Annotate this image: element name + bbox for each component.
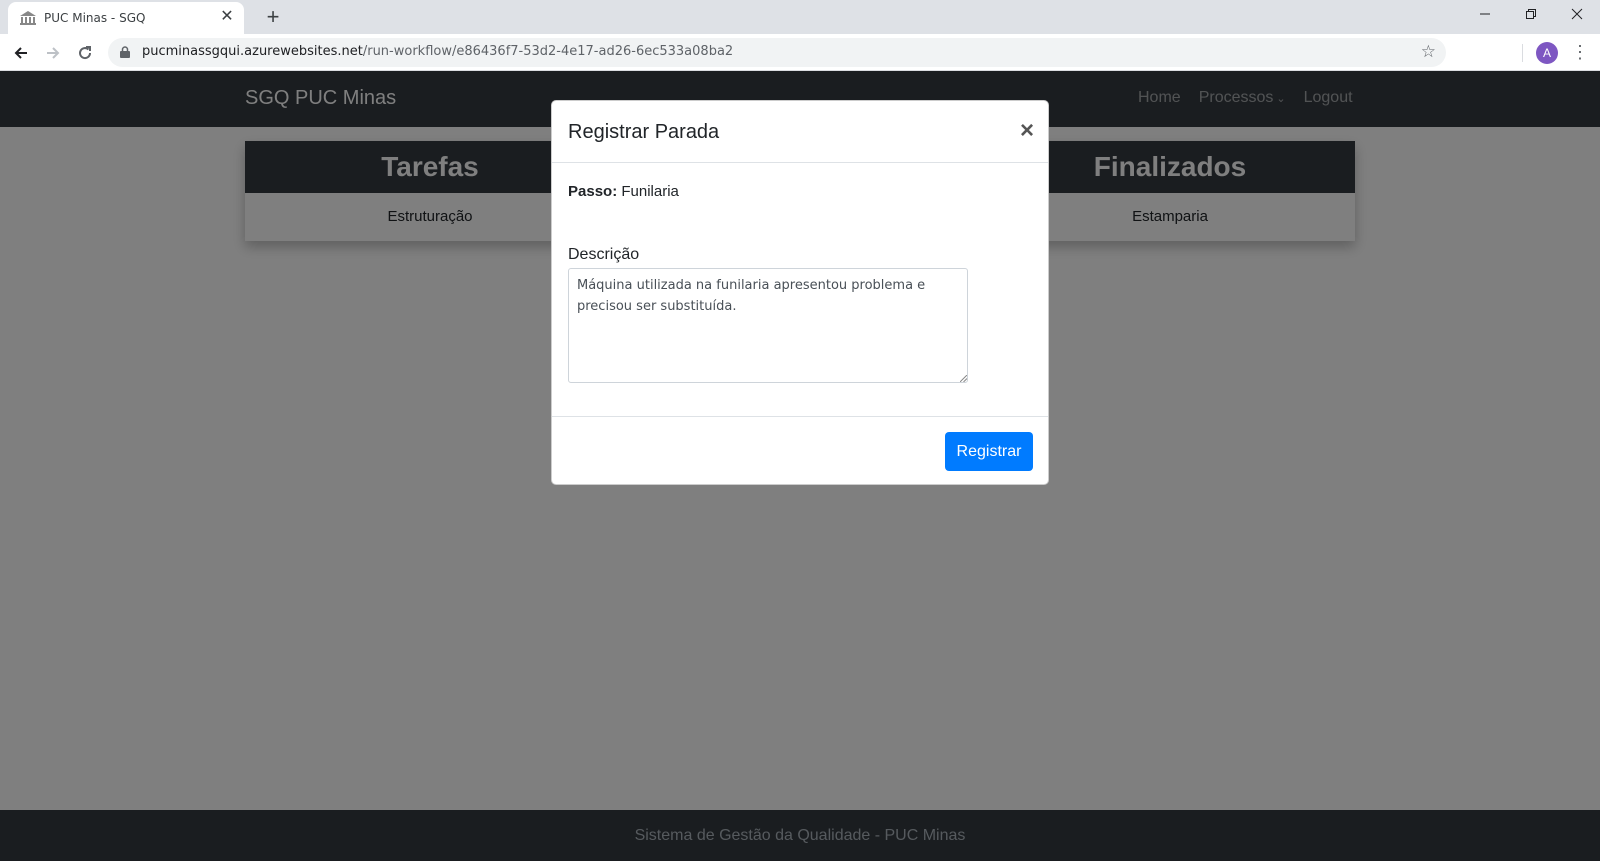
minimize-icon[interactable] xyxy=(1462,0,1508,30)
url-host: pucminassgqui.azurewebsites.net xyxy=(142,44,363,59)
reload-icon[interactable] xyxy=(72,40,98,66)
modal-body: Passo: Funilaria Descrição Máquina utili… xyxy=(568,183,1034,383)
step-value: Funilaria xyxy=(621,183,679,200)
favicon-icon xyxy=(20,11,36,25)
maximize-icon[interactable] xyxy=(1508,0,1554,30)
register-stop-modal: Registrar Parada × Passo: Funilaria Desc… xyxy=(551,100,1049,485)
step-label: Passo: xyxy=(568,183,618,200)
forward-arrow-icon[interactable] xyxy=(40,40,66,66)
avatar[interactable]: A xyxy=(1536,42,1558,64)
modal-header: Registrar Parada × xyxy=(552,101,1048,163)
browser-tab[interactable]: PUC Minas - SGQ ✕ xyxy=(8,2,244,34)
back-arrow-icon[interactable] xyxy=(8,40,34,66)
modal-title: Registrar Parada xyxy=(568,121,720,143)
tab-title: PUC Minas - SGQ xyxy=(44,11,146,25)
address-bar[interactable]: pucminassgqui.azurewebsites.net/run-work… xyxy=(108,38,1446,67)
register-button[interactable]: Registrar xyxy=(945,432,1033,471)
url-path: /run-workflow/e86436f7-53d2-4e17-ad26-6e… xyxy=(362,44,734,59)
lock-icon xyxy=(120,46,130,58)
url-text: pucminassgqui.azurewebsites.net/run-work… xyxy=(142,44,733,59)
browser-tab-bar: PUC Minas - SGQ ✕ + xyxy=(0,0,1600,34)
close-icon[interactable]: × xyxy=(1020,117,1034,145)
new-tab-button[interactable]: + xyxy=(260,4,286,30)
browser-toolbar: pucminassgqui.azurewebsites.net/run-work… xyxy=(0,34,1600,71)
toolbar-divider xyxy=(1522,44,1523,62)
star-icon[interactable]: ☆ xyxy=(1421,42,1436,62)
description-field[interactable]: Máquina utilizada na funilaria apresento… xyxy=(568,268,968,383)
tab-close-icon[interactable]: ✕ xyxy=(218,8,236,26)
menu-dots-icon[interactable]: ⋮ xyxy=(1570,40,1590,64)
step-line: Passo: Funilaria xyxy=(568,183,1034,200)
modal-footer: Registrar xyxy=(552,416,1048,486)
description-label: Descrição xyxy=(568,246,640,263)
resize-handle-icon[interactable] xyxy=(960,375,967,382)
page: SGQ PUC Minas Home Processos⌄ Logout Tar… xyxy=(0,71,1600,861)
close-icon[interactable] xyxy=(1554,0,1600,30)
